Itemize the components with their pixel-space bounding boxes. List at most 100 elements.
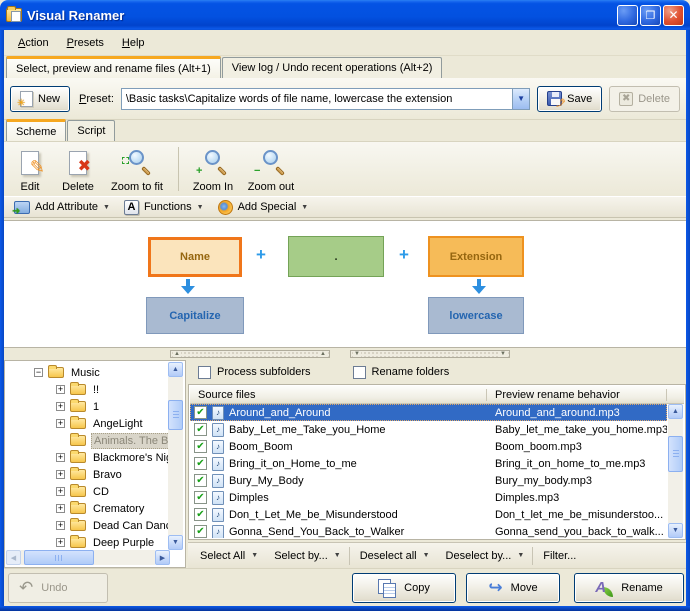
undo-button[interactable]: ↶ Undo [8, 573, 108, 603]
splitter-bar[interactable]: ▲ ▲ ▼ ▼ [4, 348, 686, 360]
selection-toolbar-button[interactable]: Select All ▼ [192, 547, 266, 565]
node-capitalize-function[interactable]: Capitalize [146, 297, 244, 334]
tree-item[interactable]: + Crematory [6, 500, 168, 517]
file-source-name: Bring_it_on_Home_to_me [229, 458, 357, 470]
option-checkbox-row[interactable]: ✔ Rename folders [353, 366, 450, 379]
expand-icon[interactable]: + [56, 538, 65, 547]
preset-input[interactable] [122, 93, 512, 105]
add-attribute-button[interactable]: Add Attribute ▼ [9, 199, 115, 216]
tree-item[interactable]: + Blackmore's Nig [6, 449, 168, 466]
node-dot[interactable]: . [288, 236, 384, 277]
scroll-down-icon[interactable]: ▼ [668, 523, 683, 538]
column-header-preview[interactable]: Preview rename behavior [487, 389, 667, 401]
scroll-up-icon[interactable]: ▲ [168, 362, 183, 377]
file-preview-name: Dimples.mp3 [487, 492, 667, 504]
option-checkbox-row[interactable]: ✔ Process subfolders [198, 366, 311, 379]
save-preset-button[interactable]: ✎ Save [537, 86, 602, 112]
tree-item[interactable]: + Dead Can Danc [6, 517, 168, 534]
checkbox[interactable]: ✔ [353, 366, 366, 379]
menu-item[interactable]: Action [10, 34, 57, 52]
expand-icon[interactable]: + [56, 385, 65, 394]
menu-item[interactable]: Presets [59, 34, 112, 52]
tree-item[interactable]: + Bravo [6, 466, 168, 483]
column-header-source-files[interactable]: Source files [190, 389, 487, 401]
zoom-out-button[interactable]: − Zoom out [243, 145, 299, 195]
tree-item[interactable]: + AngeLight [6, 415, 168, 432]
file-checkbox[interactable]: ✔ [194, 491, 207, 504]
file-checkbox[interactable]: ✔ [194, 457, 207, 470]
expand-icon[interactable]: + [56, 521, 65, 530]
file-checkbox[interactable]: ✔ [194, 423, 207, 436]
file-row[interactable]: ✔ ♪ Don_t_Let_Me_be_Misunderstood Don_t_… [190, 506, 667, 523]
file-row[interactable]: ✔ ♪ Gonna_Send_You_Back_to_Walker Gonna_… [190, 523, 667, 538]
tree-item[interactable]: + Deep Purple [6, 534, 168, 550]
file-row[interactable]: ✔ ♪ Bury_My_Body Bury_my_body.mp3 [190, 472, 667, 489]
functions-button[interactable]: A Functions ▼ [119, 198, 209, 217]
scrollbar-thumb[interactable] [668, 436, 683, 472]
file-checkbox[interactable]: ✔ [194, 508, 207, 521]
move-label: Move [511, 582, 538, 594]
scroll-down-icon[interactable]: ▼ [168, 535, 183, 550]
tab-select-preview-rename[interactable]: Select, preview and rename files (Alt+1) [6, 56, 221, 78]
tab-view-log-undo[interactable]: View log / Undo recent operations (Alt+2… [222, 57, 443, 78]
scheme-canvas[interactable]: Name + . + Extension Capitalize lowercas… [4, 220, 686, 348]
file-checkbox[interactable]: ✔ [194, 525, 207, 538]
node-extension[interactable]: Extension [428, 236, 524, 277]
rename-button[interactable]: A Rename [574, 573, 684, 603]
selection-toolbar-button[interactable]: Deselect by... ▼ [438, 547, 534, 565]
tree-item-root[interactable]: − Music [6, 364, 168, 381]
tree-item[interactable]: + !! [6, 381, 168, 398]
maximize-button[interactable]: ❐ [640, 5, 661, 26]
scrollbar-thumb[interactable] [24, 550, 94, 565]
expand-icon[interactable]: + [56, 504, 65, 513]
menu-item[interactable]: Help [114, 34, 153, 52]
zoom-to-fit-button[interactable]: Zoom to fit [104, 145, 170, 195]
file-checkbox[interactable]: ✔ [194, 440, 207, 453]
scroll-right-icon[interactable]: ▶ [155, 550, 170, 565]
tab-script[interactable]: Script [67, 120, 115, 141]
copy-button[interactable]: Copy [352, 573, 456, 603]
scroll-left-icon[interactable]: ◀ [6, 550, 21, 565]
selection-toolbar-button[interactable]: Deselect all ▼ [352, 547, 438, 565]
expand-icon[interactable]: + [56, 487, 65, 496]
file-row[interactable]: ✔ ♪ Dimples Dimples.mp3 [190, 489, 667, 506]
node-name[interactable]: Name [148, 237, 242, 277]
zoom-in-button[interactable]: + Zoom In [187, 145, 239, 195]
node-lowercase-function[interactable]: lowercase [428, 297, 524, 334]
expand-icon[interactable]: + [56, 402, 65, 411]
move-button[interactable]: ↪ Move [466, 573, 560, 603]
file-row[interactable]: ✔ ♪ Baby_Let_me_Take_you_Home Baby_let_m… [190, 421, 667, 438]
add-special-button[interactable]: Add Special ▼ [213, 198, 314, 217]
file-checkbox[interactable]: ✔ [194, 406, 207, 419]
edit-button[interactable]: ✎ Edit [8, 145, 52, 195]
tab-scheme[interactable]: Scheme [6, 119, 66, 141]
selection-toolbar-button[interactable]: Filter... ▼ [535, 547, 584, 565]
new-preset-button[interactable]: ✳ New [10, 86, 70, 112]
minimize-button[interactable]: _ [617, 5, 638, 26]
delete-node-button[interactable]: ✖ Delete [56, 145, 100, 195]
file-row[interactable]: ✔ ♪ Around_and_Around Around_and_around.… [190, 404, 667, 421]
preset-dropdown-button[interactable]: ▼ [512, 89, 529, 109]
checkbox[interactable]: ✔ [198, 366, 211, 379]
scroll-up-icon[interactable]: ▲ [668, 404, 683, 419]
collapse-icon[interactable]: − [34, 368, 43, 377]
tree-item[interactable]: + 1 [6, 398, 168, 415]
file-checkbox[interactable]: ✔ [194, 474, 207, 487]
preset-combobox[interactable]: ▼ [121, 88, 530, 110]
file-row[interactable]: ✔ ♪ Bring_it_on_Home_to_me Bring_it_on_h… [190, 455, 667, 472]
splitter-collapse-down[interactable]: ▼ ▼ [350, 350, 510, 358]
expand-icon[interactable]: + [56, 470, 65, 479]
tree-item[interactable]: + CD [6, 483, 168, 500]
splitter-collapse-up[interactable]: ▲ ▲ [170, 350, 330, 358]
expand-icon[interactable]: + [56, 419, 65, 428]
tree-item[interactable]: + Animals. The Be [6, 432, 168, 449]
file-row[interactable]: ✔ ♪ Boom_Boom Boom_boom.mp3 [190, 438, 667, 455]
scrollbar-thumb[interactable] [168, 400, 183, 430]
expand-icon[interactable]: + [56, 453, 65, 462]
delete-preset-button[interactable]: ✖ Delete [609, 86, 680, 112]
list-vertical-scrollbar[interactable]: ▲ ▼ [667, 404, 684, 538]
close-button[interactable]: ✕ [663, 5, 684, 26]
tree-horizontal-scrollbar[interactable]: ◀ ▶ [6, 550, 184, 566]
tree-vertical-scrollbar[interactable]: ▲ ▼ [168, 362, 184, 550]
selection-toolbar-button[interactable]: Select by... ▼ [266, 547, 350, 565]
